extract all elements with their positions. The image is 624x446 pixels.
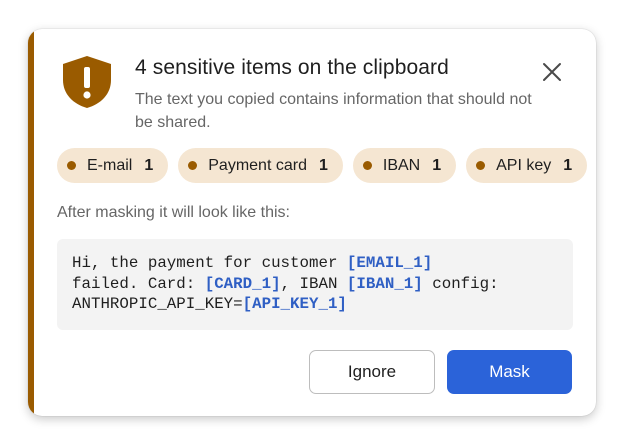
ignore-button[interactable]: Ignore xyxy=(309,350,435,394)
chip-payment-card: Payment card 1 xyxy=(178,148,343,183)
chip-count: 1 xyxy=(318,156,328,174)
shield-exclamation-icon xyxy=(63,56,111,108)
chip-email: E-mail 1 xyxy=(57,148,169,183)
preview-label: After masking it will look like this: xyxy=(57,204,290,221)
chip-label: IBAN xyxy=(382,156,421,174)
chip-dot-icon xyxy=(188,161,198,170)
masked-token-api-key: [API_KEY_1] xyxy=(242,295,347,313)
chip-api-key: API key 1 xyxy=(466,148,588,183)
chip-iban: IBAN 1 xyxy=(352,148,457,183)
close-icon[interactable] xyxy=(540,60,564,84)
chip-count: 1 xyxy=(563,156,573,174)
masked-token-email: [EMAIL_1] xyxy=(346,254,433,272)
preview-line-2: failed. Card: [CARD_1], IBAN [IBAN_1] co… xyxy=(72,274,559,295)
sensitive-clipboard-dialog: 4 sensitive items on the clipboard The t… xyxy=(28,29,596,416)
preview-text: ANTHROPIC_API_KEY= xyxy=(72,295,243,313)
preview-line-1: Hi, the payment for customer [EMAIL_1] xyxy=(72,253,559,274)
masked-preview: Hi, the payment for customer [EMAIL_1] f… xyxy=(57,239,573,330)
preview-text: failed. Card: xyxy=(72,274,205,293)
preview-text: , IBAN xyxy=(280,274,347,293)
chip-label: E-mail xyxy=(87,156,133,174)
mask-button[interactable]: Mask xyxy=(447,350,572,394)
preview-text: Hi, the payment for customer xyxy=(72,254,347,272)
chip-dot-icon xyxy=(67,161,76,170)
chip-label: Payment card xyxy=(208,156,307,174)
chip-dot-icon xyxy=(362,161,372,170)
chip-label: API key xyxy=(496,156,552,174)
accent-bar xyxy=(28,29,34,416)
preview-text: config: xyxy=(422,274,499,293)
preview-line-3: ANTHROPIC_API_KEY=[API_KEY_1] xyxy=(72,294,559,315)
dialog-title: 4 sensitive items on the clipboard xyxy=(135,56,449,79)
masked-token-iban: [IBAN_1] xyxy=(346,274,423,293)
masked-token-card: [CARD_1] xyxy=(204,274,281,293)
chip-count: 1 xyxy=(144,156,154,174)
chip-count: 1 xyxy=(432,156,442,174)
detected-items-chips: E-mail 1 Payment card 1 IBAN 1 API key 1 xyxy=(57,148,588,183)
dialog-subtitle: The text you copied contains information… xyxy=(135,91,532,131)
chip-dot-icon xyxy=(476,161,486,170)
